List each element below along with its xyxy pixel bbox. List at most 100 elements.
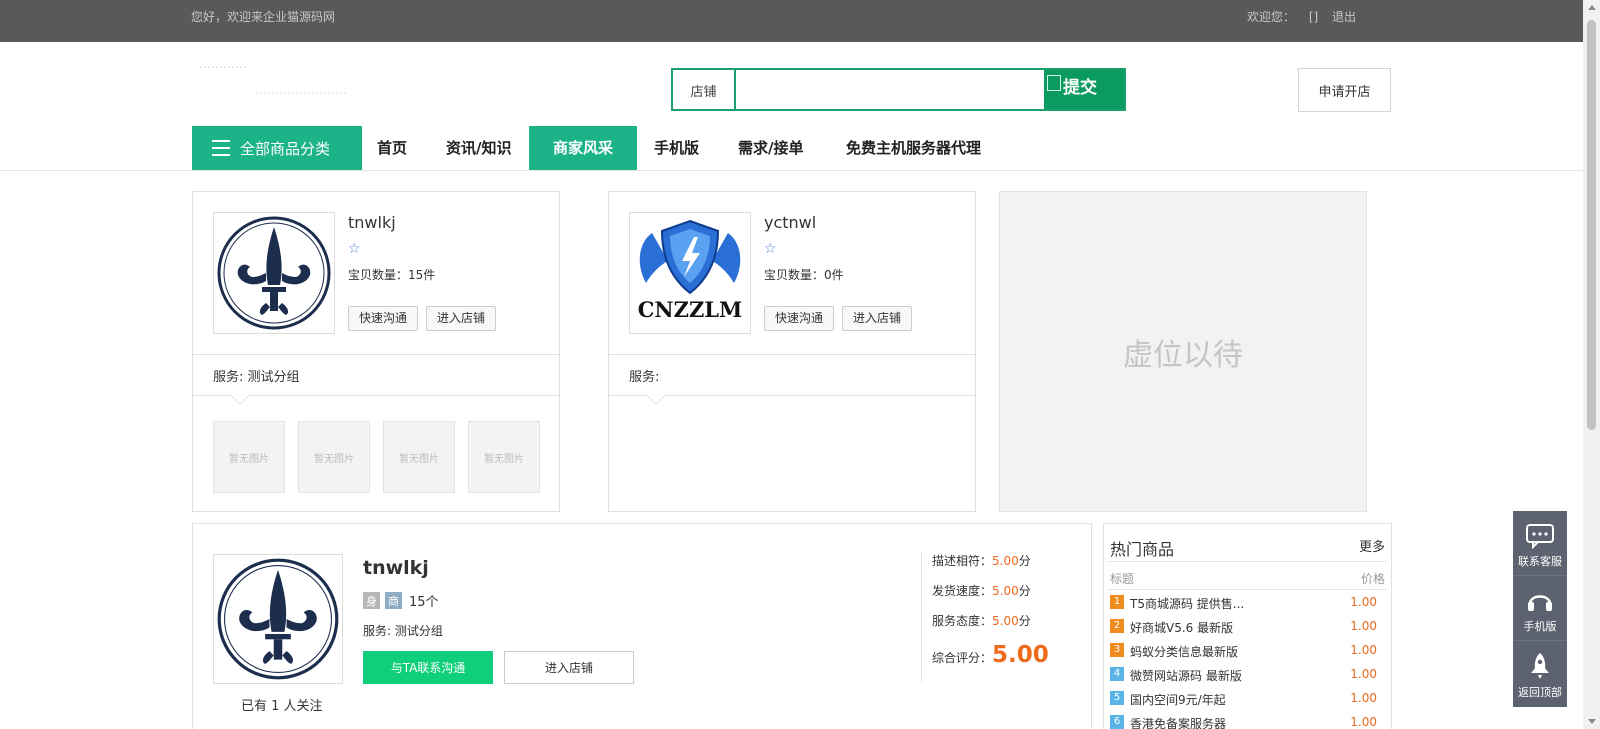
mobile-tool[interactable]: 手机版 [1513, 576, 1567, 641]
logout-link[interactable]: 退出 [1332, 10, 1356, 24]
welcome-text: 您好，欢迎来企业猫源码网 [191, 10, 336, 24]
product-name[interactable]: 微赞网站源码 最新版 [1130, 667, 1242, 684]
nav-news[interactable]: 资讯/知识 [446, 126, 511, 170]
product-thumb[interactable]: 暂无图片 [213, 421, 285, 493]
quick-chat-button[interactable]: 快速沟通 [764, 306, 835, 331]
nav-mobile[interactable]: 手机版 [654, 126, 699, 170]
rating-row: 服务态度：5.00分 [932, 612, 1049, 642]
rating-label: 发货速度： [932, 584, 993, 598]
product-thumb[interactable]: 暂无图片 [298, 421, 370, 493]
total-rating-label: 综合评分： [932, 651, 993, 665]
shop-avatar[interactable] [213, 212, 335, 334]
shop-service: 服务: 测试分组 [213, 370, 300, 385]
list-item[interactable]: 5 国内空间9元/年起 1.00 [1108, 686, 1387, 710]
rating-unit: 分 [1018, 584, 1031, 598]
search-scope-select[interactable]: 店铺 [673, 70, 736, 109]
shield-wings-logo-icon [639, 219, 741, 295]
contact-service-tool[interactable]: 联系客服 [1513, 511, 1567, 576]
all-categories-button[interactable]: 全部商品分类 [192, 126, 362, 170]
rating-label: 描述相符： [932, 554, 993, 568]
hot-products-header: 热门商品 更多 [1108, 534, 1387, 562]
list-item[interactable]: 3 蚂蚁分类信息最新版 1.00 [1108, 638, 1387, 662]
nav-merchants[interactable]: 商家风采 [529, 126, 638, 170]
rating-row: 描述相符：5.00分 [932, 552, 1049, 582]
product-thumb[interactable]: 暂无图片 [468, 421, 540, 493]
search-input[interactable] [736, 70, 1044, 109]
divider [609, 354, 975, 355]
product-name[interactable]: T5商城源码 提供售... [1130, 595, 1244, 612]
shop-avatar[interactable] [213, 554, 343, 684]
nav-home[interactable]: 首页 [377, 126, 407, 170]
rating-value: 5.00 [992, 614, 1019, 628]
list-item[interactable]: 4 微赞网站源码 最新版 1.00 [1108, 662, 1387, 686]
product-price: 1.00 [1350, 595, 1377, 609]
col-title: 标题 [1110, 572, 1135, 586]
back-to-top-tool[interactable]: 返回顶部 [1513, 641, 1567, 706]
fleur-de-lis-logo-icon [217, 216, 331, 330]
star-icon: ☆ [348, 241, 361, 257]
enter-shop-button[interactable]: 进入店铺 [842, 306, 913, 331]
scroll-up-arrow-icon[interactable] [1588, 5, 1596, 10]
rating-value: 5.00 [992, 584, 1019, 598]
table-header: 标题 价格 [1108, 562, 1387, 590]
rating-unit: 分 [1018, 614, 1031, 628]
shop-detail: 已有 1 人关注 tnwlkj 身 商 15个 服务: 测试分组 与TA联系沟通… [192, 523, 1092, 729]
shop-card: CNZZLM yctnwl ☆ 宝贝数量：0件 快速沟通 进入店铺 服务: [608, 191, 976, 512]
product-price: 1.00 [1350, 715, 1377, 729]
rank-badge: 1 [1110, 595, 1124, 609]
verification-badges: 身 商 15个 [363, 591, 439, 610]
product-thumb[interactable]: 暂无图片 [383, 421, 455, 493]
divider [193, 354, 559, 355]
col-price: 价格 [1360, 572, 1385, 586]
detail-enter-shop-button[interactable]: 进入店铺 [504, 651, 634, 684]
rank-badge: 6 [1110, 715, 1124, 729]
rank-badge: 2 [1110, 619, 1124, 633]
nav-demand[interactable]: 需求/接单 [738, 126, 803, 170]
business-badge: 商 [385, 592, 402, 609]
logo-subtext [256, 92, 346, 102]
product-name[interactable]: 蚂蚁分类信息最新版 [1130, 643, 1238, 660]
rating-value: 5.00 [992, 554, 1019, 568]
identity-badge: 身 [363, 592, 380, 609]
product-name[interactable]: 国内空间9元/年起 [1130, 691, 1226, 708]
fleur-de-lis-logo-icon [217, 558, 339, 680]
contact-service-label: 联系客服 [1518, 555, 1562, 568]
page-scrollbar[interactable] [1583, 0, 1600, 729]
product-name[interactable]: 香港免备案服务器 [1130, 715, 1226, 729]
shop-name[interactable]: tnwlkj [348, 213, 396, 232]
all-categories-label: 全部商品分类 [240, 139, 331, 158]
rank-badge: 3 [1110, 643, 1124, 657]
top-bar: 您好，欢迎来企业猫源码网 欢迎您： [] 退出 [0, 0, 1600, 42]
more-link[interactable]: 更多 [1359, 536, 1385, 555]
total-rating-row: 综合评分：5.00 [932, 642, 1049, 672]
site-logo[interactable] [196, 62, 346, 107]
list-item[interactable]: 6 香港免备案服务器 1.00 [1108, 710, 1387, 729]
ratings-panel: 描述相符：5.00分 发货速度：5.00分 服务态度：5.00分 综合评分：5.… [921, 552, 1049, 682]
hot-products-panel: 热门商品 更多 标题 价格 1 T5商城源码 提供售... 1.00 2 好商城V5.6… [1103, 523, 1392, 729]
quick-chat-button[interactable]: 快速沟通 [348, 306, 419, 331]
broken-image-icon [1047, 75, 1061, 91]
chat-bubble-icon [1526, 524, 1554, 549]
total-rating-value: 5.00 [992, 642, 1049, 668]
list-item[interactable]: 1 T5商城源码 提供售... 1.00 [1108, 590, 1387, 614]
item-count: 宝贝数量：0件 [764, 268, 844, 282]
product-price: 1.00 [1350, 667, 1377, 681]
list-item[interactable]: 2 好商城V5.6 最新版 1.00 [1108, 614, 1387, 638]
shop-avatar[interactable]: CNZZLM [629, 212, 751, 334]
scroll-down-arrow-icon[interactable] [1588, 719, 1596, 724]
nav-hosting[interactable]: 免费主机服务器代理 [846, 126, 981, 170]
hot-products-list: 1 T5商城源码 提供售... 1.00 2 好商城V5.6 最新版 1.00 3 蚂蚁分类信… [1108, 590, 1387, 729]
shop-name[interactable]: yctnwl [764, 213, 816, 232]
scrollbar-thumb[interactable] [1587, 20, 1596, 430]
apply-shop-button[interactable]: 申请开店 [1298, 68, 1391, 112]
side-toolbar: 联系客服 手机版 返回顶部 [1513, 511, 1567, 707]
rating-row: 发货速度：5.00分 [932, 582, 1049, 612]
search-submit-button[interactable]: 提交 [1044, 70, 1124, 109]
contact-ta-button[interactable]: 与TA联系沟通 [363, 651, 493, 684]
back-to-top-label: 返回顶部 [1518, 686, 1562, 699]
enter-shop-button[interactable]: 进入店铺 [426, 306, 497, 331]
product-name[interactable]: 好商城V5.6 最新版 [1130, 619, 1233, 636]
detail-item-count: 15个 [409, 595, 439, 610]
product-price: 1.00 [1350, 643, 1377, 657]
user-name-link[interactable]: [] [1309, 10, 1318, 24]
